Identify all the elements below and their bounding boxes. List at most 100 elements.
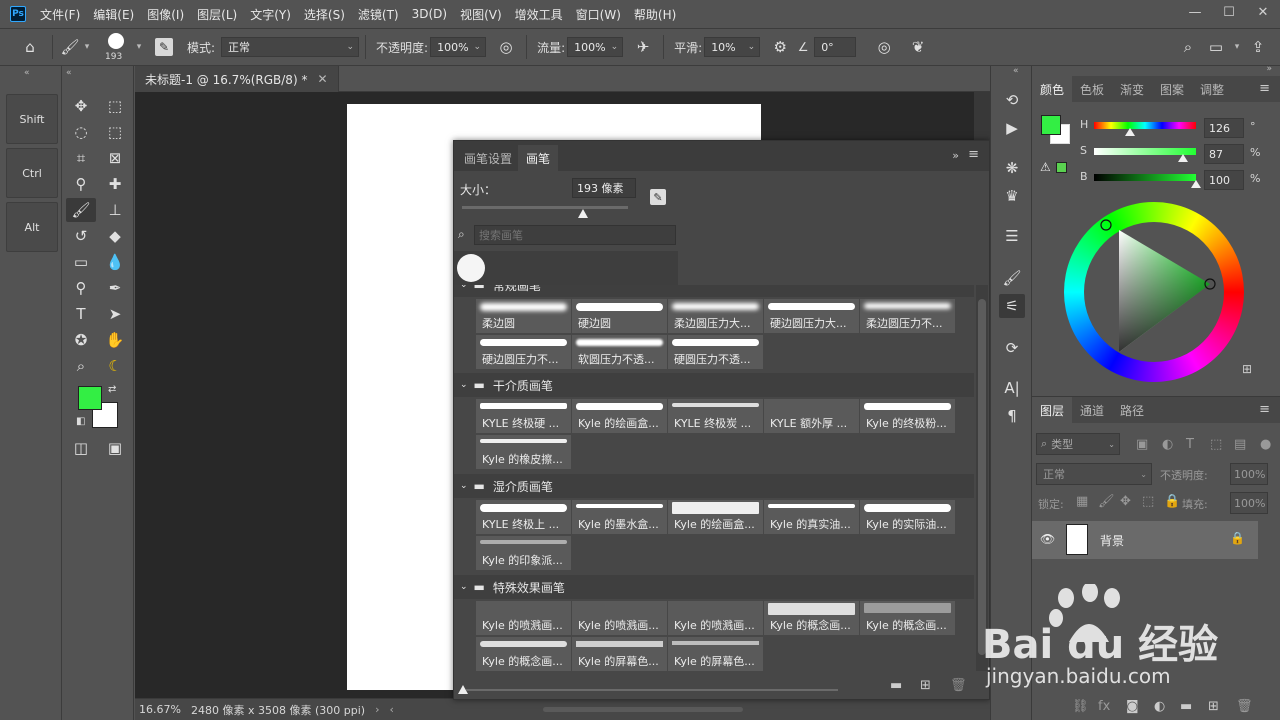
menu-help[interactable]: 帮助(H): [634, 6, 676, 23]
swap-colors-icon[interactable]: ⇄: [108, 384, 116, 395]
menu-filter[interactable]: 滤镜(T): [358, 6, 399, 23]
horizontal-scrollbar[interactable]: [543, 707, 743, 712]
lock-artboard-icon[interactable]: ⬚: [1142, 494, 1154, 509]
hue-input[interactable]: 126: [1204, 118, 1244, 138]
brush-tool-icon[interactable]: 🖌: [66, 198, 96, 222]
brush-preset[interactable]: KYLE 额外厚 ...: [764, 399, 859, 433]
eyedropper-tool-icon[interactable]: ⚲: [66, 172, 96, 196]
pressure-opacity-icon[interactable]: ◎: [492, 38, 520, 56]
lasso-tool-icon[interactable]: ◌: [66, 120, 96, 144]
brush-preset[interactable]: Kyle 的终极粉...: [860, 399, 955, 433]
lock-pixels-icon[interactable]: 🖌: [1098, 494, 1115, 509]
shape-filter-icon[interactable]: ⬚: [1210, 437, 1222, 452]
brush-preset[interactable]: Kyle 的喷溅画...: [572, 601, 667, 635]
fx-icon[interactable]: fx: [1098, 699, 1110, 714]
close-icon[interactable]: ✕: [317, 72, 327, 86]
brush-preset[interactable]: Kyle 的概念画...: [764, 601, 859, 635]
adjustments-icon[interactable]: ☰: [999, 224, 1025, 248]
panel-menu-icon[interactable]: ≡: [968, 147, 979, 162]
foreground-color-swatch[interactable]: [78, 386, 102, 410]
smart-object-filter-icon[interactable]: ▤: [1234, 437, 1246, 452]
hue-slider[interactable]: [1094, 122, 1196, 129]
warning-icon[interactable]: ⚠: [1040, 160, 1051, 174]
crop-tool-icon[interactable]: ⌗: [66, 146, 96, 170]
adjustment-layer-icon[interactable]: ◐: [1154, 699, 1165, 714]
angle-input[interactable]: 0°: [814, 37, 857, 57]
brightness-slider-thumb[interactable]: [1191, 180, 1201, 188]
menu-edit[interactable]: 编辑(E): [93, 6, 134, 23]
tab-gradients[interactable]: 渐变: [1112, 76, 1152, 102]
type-tool-icon[interactable]: T: [66, 302, 96, 326]
brush-preset[interactable]: Kyle 的实际油...: [860, 500, 955, 534]
brush-panel-icon[interactable]: 🖌: [999, 266, 1025, 290]
brush-settings-active-icon[interactable]: ⚟: [999, 294, 1025, 318]
close-icon[interactable]: ✕: [1246, 0, 1280, 24]
flow-input[interactable]: 100% ⌄: [567, 37, 624, 57]
clone-source-icon[interactable]: ⟳: [999, 336, 1025, 360]
brush-preset[interactable]: Kyle 的喷溅画...: [476, 601, 571, 635]
collapse-icon[interactable]: «: [66, 68, 72, 78]
brush-preset[interactable]: Kyle 的概念画...: [476, 637, 571, 671]
tab-swatches[interactable]: 色板: [1072, 76, 1112, 102]
shift-key-button[interactable]: Shift: [6, 94, 58, 144]
adjustment-filter-icon[interactable]: ◐: [1162, 437, 1173, 452]
brush-preset-picker[interactable]: 193: [103, 30, 133, 64]
brush-preset[interactable]: Kyle 的概念画...: [860, 601, 955, 635]
trash-icon[interactable]: 🗑: [1236, 699, 1253, 714]
opacity-input[interactable]: 100% ⌄: [430, 37, 487, 57]
brush-preset[interactable]: 柔边圆压力大...: [668, 299, 763, 333]
history-icon[interactable]: ⟲: [999, 88, 1025, 112]
chevron-right-icon[interactable]: ›: [375, 703, 379, 716]
move-tool-icon[interactable]: ✥: [66, 94, 96, 118]
smoothing-input[interactable]: 10% ⌄: [704, 37, 761, 57]
fill-input[interactable]: 100%: [1230, 492, 1268, 514]
brush-preset[interactable]: Kyle 的绘画盒...: [572, 399, 667, 433]
panel-menu-icon[interactable]: ≡: [1259, 402, 1270, 417]
saturation-input[interactable]: 87: [1204, 144, 1244, 164]
chevron-down-icon[interactable]: ▾: [81, 42, 93, 52]
airbrush-icon[interactable]: ✈: [629, 38, 657, 56]
symmetry-icon[interactable]: ❦: [904, 38, 932, 56]
size-slider-track[interactable]: [462, 206, 628, 209]
brush-preset[interactable]: 柔边圆: [476, 299, 571, 333]
collapse-icon[interactable]: «: [1013, 66, 1019, 76]
pen-tool-icon[interactable]: ✒: [100, 276, 130, 300]
dodge-tool-icon[interactable]: ⚲: [66, 276, 96, 300]
banana-icon[interactable]: ☾: [100, 354, 130, 378]
shape-tool-icon[interactable]: ✪: [66, 328, 96, 352]
preview-size-slider[interactable]: [466, 689, 838, 691]
brush-preset[interactable]: Kyle 的墨水盒...: [572, 500, 667, 534]
brush-preset[interactable]: Kyle 的屏幕色...: [668, 637, 763, 671]
mode-select[interactable]: 正常 ⌄: [221, 37, 360, 57]
pixel-filter-icon[interactable]: ▣: [1136, 437, 1148, 452]
tab-paths[interactable]: 路径: [1112, 397, 1152, 423]
brush-settings-toggle-icon[interactable]: ✎: [151, 38, 177, 56]
gear-icon[interactable]: ⚙: [766, 38, 794, 56]
type-filter-icon[interactable]: T: [1186, 437, 1194, 452]
default-colors-icon[interactable]: ◧: [76, 416, 85, 427]
tab-layers[interactable]: 图层: [1032, 397, 1073, 423]
workspace-icon[interactable]: ▭: [1202, 38, 1230, 56]
brush-preset[interactable]: 硬边圆压力不...: [476, 335, 571, 369]
recent-brush-swatch[interactable]: [457, 254, 485, 282]
chevron-down-icon[interactable]: ▾: [1230, 42, 1244, 52]
gradient-tool-icon[interactable]: ▭: [66, 250, 96, 274]
menu-file[interactable]: 文件(F): [40, 6, 80, 23]
color-triangle[interactable]: [1064, 202, 1244, 382]
maximize-icon[interactable]: ☐: [1212, 0, 1246, 24]
reset-size-icon[interactable]: ✎: [650, 189, 666, 205]
brush-preset[interactable]: 硬圆压力不透...: [668, 335, 763, 369]
brush-preset[interactable]: Kyle 的绘画盒...: [668, 500, 763, 534]
brush-search-input[interactable]: [474, 225, 676, 245]
add-icon[interactable]: ⊞: [1242, 362, 1252, 376]
gamut-color-swatch[interactable]: [1056, 162, 1067, 173]
brush-preset[interactable]: Kyle 的屏幕色...: [572, 637, 667, 671]
blur-tool-icon[interactable]: 💧: [100, 250, 130, 274]
layer-filter-select[interactable]: ⌕ 类型 ⌄: [1036, 433, 1120, 455]
hand-tool-icon[interactable]: ✋: [100, 328, 130, 352]
trash-icon[interactable]: 🗑: [950, 678, 967, 693]
brush-settings-icon[interactable]: ❋: [999, 156, 1025, 180]
lock-position-icon[interactable]: ✥: [1120, 494, 1131, 509]
brush-preset[interactable]: 硬边圆压力大...: [764, 299, 859, 333]
menu-type[interactable]: 文字(Y): [250, 6, 291, 23]
